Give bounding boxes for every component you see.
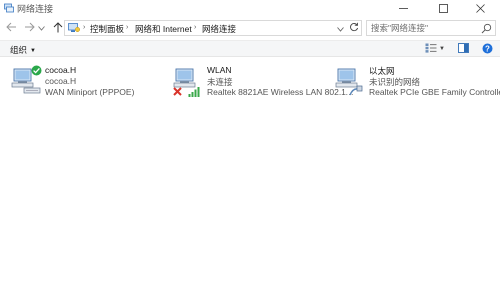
help-button[interactable]: ? [480,43,494,55]
view-options-button[interactable]: ▼ [438,43,446,55]
refresh-button[interactable] [348,22,360,34]
change-view-button[interactable] [424,43,438,55]
recent-locations-button[interactable] [37,21,46,35]
connection-status: cocoa.H [45,76,77,86]
help-icon: ? [482,43,493,56]
window-title: 网络连接 [17,4,54,14]
connection-device: WAN Miniport (PPPOE) [45,87,135,97]
breadcrumb-separator: › [126,24,129,31]
address-history-button[interactable] [335,24,345,33]
connection-device: Realtek PCIe GBE Family Controller [369,87,500,97]
breadcrumb-separator: › [83,24,86,31]
caret-down-icon: ▼ [439,46,445,52]
ethernet-cable-icon [349,84,363,98]
navigation-bar: › 控制面板 › 网络和 Internet › 网络连接 [0,16,500,40]
network-connections-icon [4,3,14,13]
chevron-down-icon [336,24,344,34]
forward-button[interactable] [22,21,36,35]
breadcrumb-control-panel[interactable]: 控制面板 [90,23,124,35]
back-button[interactable] [4,21,18,35]
connection-item-wlan[interactable]: WLAN 未连接 Realtek 8821AE Wireless LAN 802… [173,65,357,99]
minimize-button[interactable] [383,0,423,16]
connection-name: cocoa.H [45,65,77,75]
breadcrumb-network-connections[interactable]: 网络连接 [202,23,236,35]
wifi-signal-bars-icon [188,85,201,99]
disconnected-x-icon [173,87,182,98]
maximize-button[interactable] [423,0,463,16]
connection-item-cocoa-h[interactable]: cocoa.H cocoa.H WAN Miniport (PPPOE) [11,65,171,99]
close-button[interactable] [460,0,500,16]
organize-label: 组织 [10,45,28,55]
organize-menu[interactable]: 组织 ▼ [10,44,36,56]
up-arrow-icon [53,21,63,35]
minimize-icon [398,4,408,13]
forward-arrow-icon [24,22,35,34]
search-box [366,20,496,36]
title-bar: 网络连接 [0,0,500,16]
close-icon [475,3,485,13]
change-view-icon [425,43,437,55]
search-icon[interactable] [481,23,492,34]
preview-pane-icon [457,43,469,55]
refresh-icon [349,22,359,34]
breadcrumb-network-internet[interactable]: 网络和 Internet [135,23,192,35]
connection-item-ethernet[interactable]: 以太网 未识别的网络 Realtek PCIe GBE Family Contr… [335,65,500,99]
command-bar: 组织 ▼ ▼ ? [0,40,500,57]
connected-check-icon [31,65,42,78]
preview-pane-button[interactable] [456,43,470,55]
control-panel-icon [68,23,80,33]
caret-down-icon: ▼ [30,48,36,54]
breadcrumb-separator: › [194,24,197,31]
search-input[interactable] [371,22,479,34]
chevron-down-icon [38,23,45,33]
connections-view: cocoa.H cocoa.H WAN Miniport (PPPOE) WLA… [0,58,500,304]
maximize-icon [438,3,448,13]
address-bar[interactable]: › 控制面板 › 网络和 Internet › 网络连接 [64,20,362,36]
svg-text:?: ? [485,44,490,53]
connection-name: WLAN [207,65,232,75]
up-button[interactable] [51,21,65,35]
back-arrow-icon [5,22,17,34]
